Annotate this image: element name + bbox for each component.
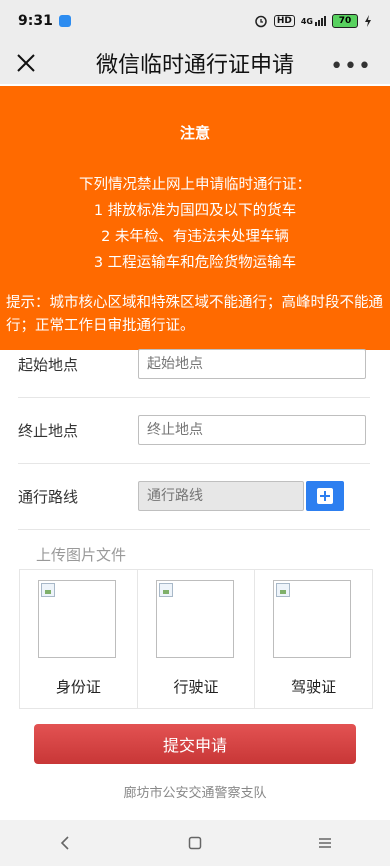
upload-driver-license[interactable]: 驾驶证: [255, 570, 372, 708]
submit-button[interactable]: 提交申请: [34, 724, 356, 764]
image-placeholder[interactable]: [155, 580, 234, 658]
home-icon[interactable]: [175, 828, 215, 858]
image-placeholder[interactable]: [273, 580, 352, 658]
form-row-route: 通行路线: [18, 463, 370, 530]
upload-vehicle-license[interactable]: 行驶证: [138, 570, 256, 708]
upload-grid: 身份证 行驶证 驾驶证: [19, 569, 373, 709]
more-icon[interactable]: •••: [330, 54, 372, 79]
battery-icon: 70: [332, 14, 358, 28]
network-type: 4G: [300, 17, 313, 26]
add-route-button[interactable]: [306, 481, 344, 511]
start-input[interactable]: [138, 349, 366, 379]
upload-caption: 行驶证: [173, 678, 219, 696]
upload-label: 上传图片文件: [36, 546, 127, 564]
title-bar: 微信临时通行证申请 •••: [0, 42, 390, 84]
broken-image-icon: [276, 583, 291, 597]
notice-heading: 注意: [179, 124, 210, 142]
upload-id-card[interactable]: 身份证: [20, 570, 138, 708]
upload-caption: 驾驶证: [291, 678, 337, 696]
status-time: 9:31: [18, 13, 53, 29]
close-icon[interactable]: [12, 49, 40, 77]
notice-list: 下列情况禁止网上申请临时通行证： 1 排放标准为国四及以下的货车 2 未年检、有…: [0, 172, 390, 276]
app-notification-icon: [58, 15, 71, 27]
upload-caption: 身份证: [55, 678, 101, 696]
back-icon[interactable]: [45, 828, 85, 858]
page-title: 微信临时通行证申请: [95, 53, 294, 78]
route-input[interactable]: [138, 481, 304, 511]
route-label: 通行路线: [18, 487, 79, 506]
alarm-icon: [255, 15, 267, 28]
notice-item: 2 未年检、有违法未处理车辆: [101, 229, 289, 245]
start-label: 起始地点: [18, 355, 79, 374]
form-row-end: 终止地点: [18, 397, 370, 464]
system-nav-bar: [0, 820, 390, 866]
plus-icon: [317, 488, 333, 504]
hd-icon: HD: [273, 15, 295, 27]
menu-icon[interactable]: [305, 828, 345, 858]
broken-image-icon: [158, 583, 173, 597]
notice-item: 3 工程运输车和危险货物运输车: [93, 255, 297, 271]
status-bar: 9:31 HD 4G 70: [0, 0, 390, 42]
status-right: HD 4G 70: [254, 14, 372, 28]
broken-image-icon: [41, 583, 55, 597]
notice-item: 1 排放标准为国四及以下的货车: [93, 203, 297, 219]
notice-banner: 注意 下列情况禁止网上申请临时通行证： 1 排放标准为国四及以下的货车 2 未年…: [0, 86, 390, 350]
notice-intro: 下列情况禁止网上申请临时通行证：: [79, 177, 311, 193]
image-placeholder[interactable]: [38, 580, 116, 658]
end-input[interactable]: [138, 415, 366, 445]
status-left: 9:31: [18, 13, 71, 29]
end-label: 终止地点: [18, 421, 79, 440]
charging-icon: [365, 15, 371, 27]
footer-text: 廊坊市公安交通警察支队: [123, 786, 267, 801]
form-row-start: 起始地点: [18, 331, 370, 398]
signal-4g-icon: 4G: [301, 16, 326, 26]
